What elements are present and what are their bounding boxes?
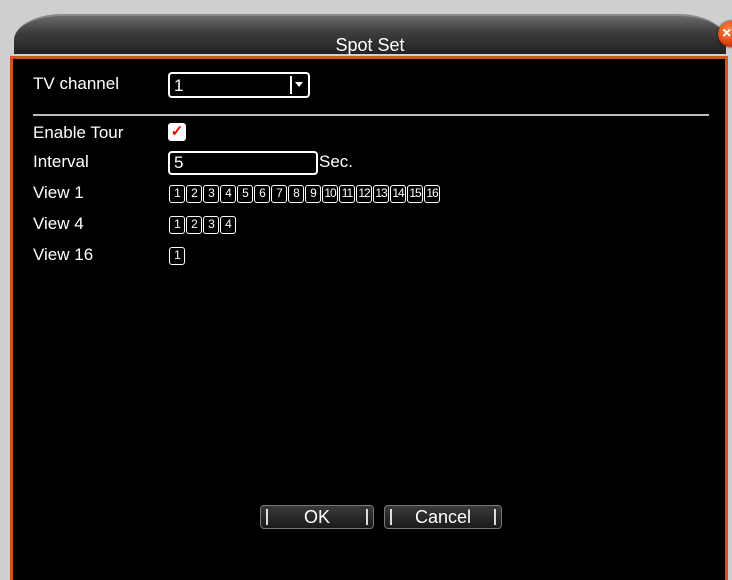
interval-input[interactable]: 5	[168, 151, 318, 175]
channel-toggle[interactable]: 4	[220, 216, 236, 234]
channel-toggle[interactable]: 16	[424, 185, 440, 203]
channel-toggle[interactable]: 10	[322, 185, 338, 203]
channel-toggle[interactable]: 1	[169, 216, 185, 234]
interval-label: Interval	[33, 152, 89, 171]
channel-toggle[interactable]: 3	[203, 216, 219, 234]
view1-channel-row: 1 2 3 4 5 6 7 8 9 10 11 12 13 14 15 16	[169, 185, 440, 203]
view16-channel-row: 1	[169, 247, 185, 265]
spot-set-window: Spot Set × TV channel 1 Enable Tour ✓ In…	[0, 0, 732, 580]
enable-tour-checkbox[interactable]: ✓	[168, 123, 186, 141]
window-title: Spot Set	[335, 35, 405, 55]
view4-channel-row: 1234	[169, 216, 236, 234]
view16-label: View 16	[33, 245, 94, 264]
channel-toggle[interactable]: 14	[390, 185, 406, 203]
tv-channel-label: TV channel	[33, 74, 119, 93]
channel-toggle[interactable]: 6	[254, 185, 270, 203]
tv-channel-value: 1	[174, 76, 184, 95]
title-bar[interactable]: Spot Set	[14, 14, 726, 55]
separator	[33, 114, 709, 116]
channel-toggle[interactable]: 3	[203, 185, 219, 203]
enable-tour-label: Enable Tour	[33, 123, 124, 142]
channel-toggle[interactable]: 4	[220, 185, 236, 203]
view1-label: View 1	[33, 183, 84, 202]
channel-toggle[interactable]: 8	[288, 185, 304, 203]
channel-toggle[interactable]: 5	[237, 185, 253, 203]
interval-unit: Sec.	[319, 152, 354, 171]
channel-toggle[interactable]: 1	[169, 185, 185, 203]
ok-button[interactable]: OK	[260, 505, 374, 529]
tv-channel-select[interactable]: 1	[168, 72, 310, 98]
channel-toggle[interactable]: 11	[339, 185, 355, 203]
channel-toggle[interactable]: 13	[373, 185, 389, 203]
channel-toggle[interactable]: 1	[169, 247, 185, 265]
channel-toggle[interactable]: 2	[186, 185, 202, 203]
cancel-button[interactable]: Cancel	[384, 505, 502, 529]
channel-toggle[interactable]: 9	[305, 185, 321, 203]
channel-toggle[interactable]: 12	[356, 185, 372, 203]
channel-toggle[interactable]: 7	[271, 185, 287, 203]
settings-panel: TV channel 1 Enable Tour ✓ Interval 5 Se…	[10, 56, 728, 580]
channel-toggle[interactable]: 2	[186, 216, 202, 234]
channel-toggle[interactable]: 15	[407, 185, 423, 203]
chevron-down-icon[interactable]	[290, 76, 306, 94]
view4-label: View 4	[33, 214, 84, 233]
